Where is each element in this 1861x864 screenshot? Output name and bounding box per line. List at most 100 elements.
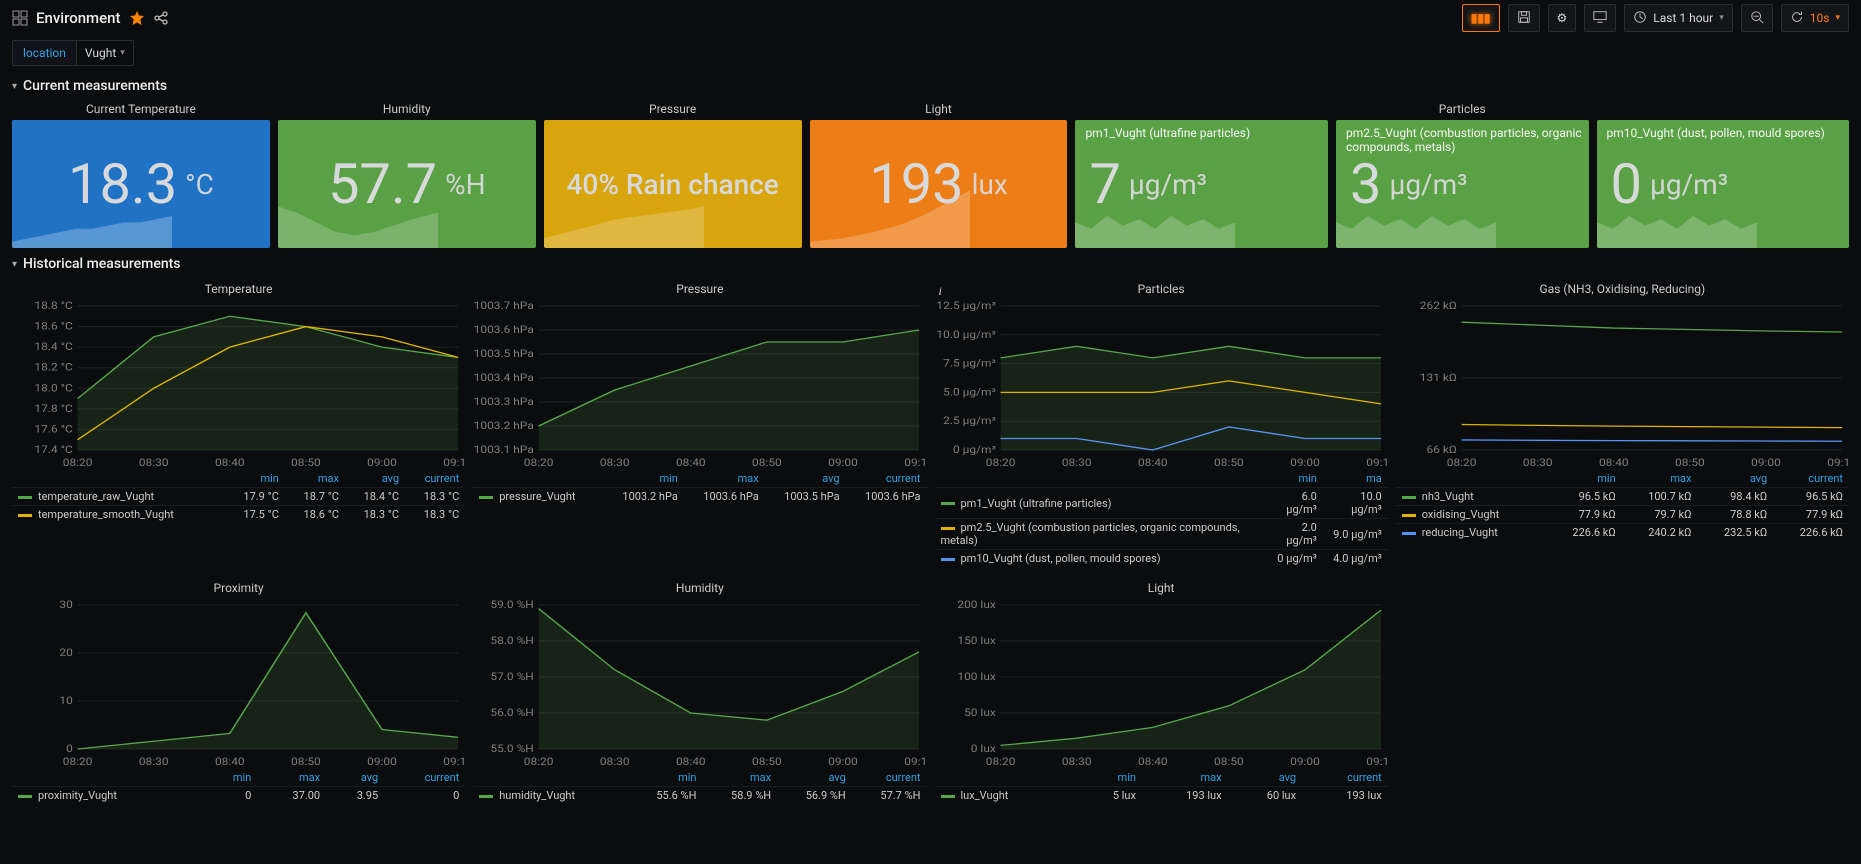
panel-title: iParticles	[935, 282, 1388, 296]
plot-area[interactable]: 0 lux50 lux100 lux150 lux200 lux08:2008:…	[935, 599, 1388, 769]
zoom-out-button[interactable]	[1741, 4, 1773, 32]
stat-unit: lux	[972, 168, 1008, 201]
panel-title: Light	[935, 581, 1388, 595]
svg-text:09:00: 09:00	[367, 756, 397, 768]
stat-value: 7	[1089, 156, 1120, 212]
share-icon[interactable]	[153, 10, 169, 26]
panel-light-ts[interactable]: Light0 lux50 lux100 lux150 lux200 lux08:…	[935, 579, 1388, 804]
panel-title: Temperature	[12, 282, 465, 296]
svg-text:7.5 µg/m³: 7.5 µg/m³	[943, 358, 996, 370]
legend-row[interactable]: oxidising_Vught77.9 kΩ79.7 kΩ78.8 kΩ77.9…	[1396, 506, 1849, 524]
legend: minmaxavgcurrenthumidity_Vught55.6 %H58.…	[473, 769, 926, 804]
stat-light[interactable]: 193 lux	[810, 120, 1068, 248]
time-range-label: Last 1 hour	[1653, 11, 1713, 25]
stat-particle[interactable]: pm10_Vught (dust, pollen, mould spores) …	[1597, 120, 1850, 248]
legend-row[interactable]: reducing_Vught226.6 kΩ240.2 kΩ232.5 kΩ22…	[1396, 524, 1849, 542]
stat-particle[interactable]: pm1_Vught (ultrafine particles) 7µg/m³	[1075, 120, 1328, 248]
svg-text:08:20: 08:20	[524, 756, 554, 768]
svg-text:18.2 °C: 18.2 °C	[34, 362, 72, 374]
legend-row[interactable]: temperature_raw_Vught17.9 °C18.7 °C18.4 …	[12, 488, 465, 506]
tv-mode-button[interactable]	[1584, 4, 1616, 32]
row-title: Historical measurements	[23, 256, 180, 272]
legend-row[interactable]: lux_Vught5 lux193 lux60 lux193 lux	[935, 787, 1388, 805]
svg-text:08:20: 08:20	[1447, 457, 1477, 469]
svg-text:50 lux: 50 lux	[964, 707, 996, 719]
svg-text:08:50: 08:50	[291, 756, 321, 768]
legend-row[interactable]: nh3_Vught96.5 kΩ100.7 kΩ98.4 kΩ96.5 kΩ	[1396, 488, 1849, 506]
panel-title: Particles	[1075, 102, 1849, 116]
legend: minmapm1_Vught (ultrafine particles)6.0 …	[935, 470, 1388, 567]
svg-text:08:30: 08:30	[1523, 457, 1553, 469]
settings-button[interactable]: ⚙	[1548, 4, 1577, 32]
svg-text:59.0 %H: 59.0 %H	[491, 599, 534, 611]
svg-text:1003.3 hPa: 1003.3 hPa	[474, 396, 534, 408]
plot-area[interactable]: 0 µg/m³2.5 µg/m³5.0 µg/m³7.5 µg/m³10.0 µ…	[935, 300, 1388, 470]
legend-row[interactable]: proximity_Vught037.003.950	[12, 787, 465, 805]
legend-row[interactable]: pm2.5_Vught (combustion particles, organ…	[935, 519, 1388, 550]
svg-text:17.8 °C: 17.8 °C	[34, 403, 72, 415]
svg-text:20: 20	[59, 647, 72, 659]
plot-area[interactable]: 66 kΩ131 kΩ262 kΩ08:2008:3008:4008:5009:…	[1396, 300, 1849, 470]
star-icon[interactable]	[129, 10, 145, 26]
stat-particle[interactable]: pm2.5_Vught (combustion particles, organ…	[1336, 120, 1589, 248]
plot-area[interactable]: 1003.1 hPa1003.2 hPa1003.3 hPa1003.4 hPa…	[473, 300, 926, 470]
legend-row[interactable]: pm10_Vught (dust, pollen, mould spores)0…	[935, 550, 1388, 568]
legend-row[interactable]: pressure_Vught1003.2 hPa1003.6 hPa1003.5…	[473, 488, 926, 506]
row-header-historical[interactable]: ▾ Historical measurements	[0, 254, 1861, 274]
save-button[interactable]	[1508, 4, 1540, 32]
save-icon	[1517, 10, 1531, 27]
legend-row[interactable]: humidity_Vught55.6 %H58.9 %H56.9 %H57.7 …	[473, 787, 926, 805]
plot-area[interactable]: 17.4 °C17.6 °C17.8 °C18.0 °C18.2 °C18.4 …	[12, 300, 465, 470]
panel-title: Humidity	[278, 102, 536, 116]
panel-humidity-ts[interactable]: Humidity55.0 %H56.0 %H57.0 %H58.0 %H59.0…	[473, 579, 926, 804]
svg-text:08:40: 08:40	[1137, 756, 1167, 768]
svg-text:0 µg/m³: 0 µg/m³	[952, 444, 995, 456]
variable-select[interactable]: Vught ▾	[76, 40, 134, 66]
legend: minmaxavgcurrentlux_Vught5 lux193 lux60 …	[935, 769, 1388, 804]
svg-text:09:00: 09:00	[1290, 756, 1320, 768]
legend-row[interactable]: temperature_smooth_Vught17.5 °C18.6 °C18…	[12, 506, 465, 524]
panel-pressure[interactable]: Pressure1003.1 hPa1003.2 hPa1003.3 hPa10…	[473, 280, 926, 567]
svg-text:262 kΩ: 262 kΩ	[1420, 300, 1457, 312]
stat-humidity[interactable]: 57.7%H	[278, 120, 536, 248]
panel-particles[interactable]: iParticles0 µg/m³2.5 µg/m³5.0 µg/m³7.5 µ…	[935, 280, 1388, 567]
add-panel-button[interactable]: ▮▮▮	[1462, 4, 1500, 32]
variable-bar: location Vught ▾	[0, 36, 1861, 76]
stat-pressure[interactable]: 40% Rain chance	[544, 120, 802, 248]
legend: minmaxavgcurrentpressure_Vught1003.2 hPa…	[473, 470, 926, 505]
svg-text:08:30: 08:30	[1061, 457, 1091, 469]
panel-proximity[interactable]: Proximity010203008:2008:3008:4008:5009:0…	[12, 579, 465, 804]
stat-temperature[interactable]: 18.3°C	[12, 120, 270, 248]
dashboard-icon[interactable]	[12, 10, 28, 26]
svg-text:18.0 °C: 18.0 °C	[34, 382, 72, 394]
variable-value: Vught	[85, 46, 116, 60]
info-icon[interactable]: i	[939, 284, 942, 299]
svg-text:08:50: 08:50	[1214, 756, 1244, 768]
row-title: Current measurements	[23, 78, 167, 94]
plot-area[interactable]: 010203008:2008:3008:4008:5009:0009:10	[12, 599, 465, 769]
legend-row[interactable]: pm1_Vught (ultrafine particles)6.0 µg/m³…	[935, 488, 1388, 519]
svg-text:08:30: 08:30	[1061, 756, 1091, 768]
row-header-current[interactable]: ▾ Current measurements	[0, 76, 1861, 96]
plot-area[interactable]: 55.0 %H56.0 %H57.0 %H58.0 %H59.0 %H08:20…	[473, 599, 926, 769]
page-title[interactable]: Environment	[36, 9, 121, 27]
panel-title: Pressure	[473, 282, 926, 296]
refresh-button[interactable]: 10s ▾	[1781, 4, 1849, 32]
svg-text:100 lux: 100 lux	[957, 671, 996, 683]
svg-text:57.0 %H: 57.0 %H	[491, 671, 534, 683]
svg-text:09:00: 09:00	[828, 756, 858, 768]
svg-text:0 lux: 0 lux	[970, 743, 996, 755]
panel-temperature[interactable]: Temperature17.4 °C17.6 °C17.8 °C18.0 °C1…	[12, 280, 465, 567]
refresh-interval-label: 10s	[1810, 11, 1830, 25]
panel-gas[interactable]: Gas (NH3, Oxidising, Reducing)66 kΩ131 k…	[1396, 280, 1849, 567]
svg-text:1003.2 hPa: 1003.2 hPa	[474, 420, 534, 432]
clock-icon	[1633, 10, 1647, 27]
svg-text:18.6 °C: 18.6 °C	[34, 320, 72, 332]
svg-text:5.0 µg/m³: 5.0 µg/m³	[943, 386, 996, 398]
svg-text:08:20: 08:20	[63, 756, 93, 768]
svg-text:08:50: 08:50	[752, 756, 782, 768]
chevron-down-icon: ▾	[12, 81, 17, 92]
stat-value: 193	[869, 156, 963, 212]
time-range-button[interactable]: Last 1 hour ▾	[1624, 4, 1732, 32]
svg-text:09:10: 09:10	[1366, 756, 1388, 768]
